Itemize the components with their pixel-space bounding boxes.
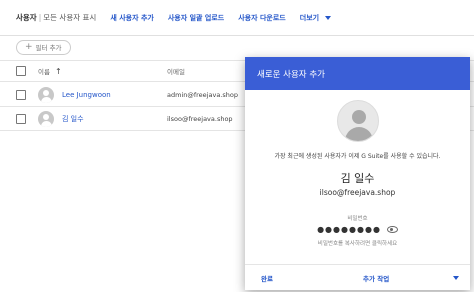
more-label: 더보기	[299, 13, 320, 22]
column-header-name[interactable]: 이름 ↑	[38, 66, 62, 77]
done-button[interactable]: 완료	[261, 273, 273, 283]
column-header-email[interactable]: 이메일	[167, 66, 185, 76]
download-users-button[interactable]: 사용자 다운로드	[238, 13, 286, 23]
column-name-label: 이름	[38, 68, 50, 76]
bulk-upload-button[interactable]: 사용자 일괄 업로드	[168, 13, 224, 23]
dialog-title: 새로운 사용자 추가	[257, 69, 325, 80]
password-label: 비밀번호	[347, 216, 368, 222]
user-email: admin@freejava.shop	[167, 90, 238, 99]
password-masked[interactable]: ●●●●●●●●	[317, 225, 381, 234]
more-actions-button[interactable]: 추가 작업	[363, 273, 389, 283]
avatar-icon	[38, 110, 54, 127]
row-checkbox[interactable]	[16, 89, 26, 100]
eye-icon[interactable]	[386, 226, 398, 233]
chevron-down-icon[interactable]	[453, 275, 459, 280]
user-name-link[interactable]: Lee Jungwoon	[62, 91, 111, 99]
new-user-name: 김 일수	[340, 172, 375, 185]
plus-icon: +	[25, 42, 33, 52]
dialog-footer: 완료 추가 작업	[245, 264, 470, 290]
select-all-checkbox[interactable]	[16, 66, 26, 76]
breadcrumb-all-users: 모든 사용자 표시	[43, 13, 97, 22]
password-field[interactable]: ●●●●●●●●	[245, 225, 470, 234]
user-email: ilsoo@freejava.shop	[167, 114, 233, 123]
dialog-header: 새로운 사용자 추가	[245, 57, 470, 90]
breadcrumb: 사용자 | 모든 사용자 표시	[16, 12, 96, 23]
chevron-down-icon	[325, 15, 332, 20]
add-filter-label: 필터 추가	[35, 44, 62, 52]
add-user-button[interactable]: 새 사용자 추가	[110, 13, 154, 23]
more-button[interactable]: 더보기	[299, 13, 332, 23]
user-name-link[interactable]: 김 일수	[62, 114, 84, 124]
breadcrumb-separator: |	[38, 13, 42, 22]
new-user-email: ilsoo@freejava.shop	[319, 188, 396, 197]
avatar-icon	[38, 86, 54, 103]
new-user-dialog: 새로운 사용자 추가 가장 최근에 생성된 사용자가 이제 G Suite를 사…	[245, 57, 470, 290]
row-checkbox[interactable]	[16, 113, 26, 124]
breadcrumb-users[interactable]: 사용자	[16, 12, 37, 23]
dialog-message: 가장 최근에 생성된 사용자가 이제 G Suite를 사용할 수 있습니다.	[274, 153, 441, 160]
sort-arrow-up-icon: ↑	[54, 66, 62, 76]
toolbar-actions: 새 사용자 추가 사용자 일괄 업로드 사용자 다운로드 더보기	[110, 13, 345, 23]
filter-row: + 필터 추가	[0, 36, 474, 58]
top-bar: 사용자 | 모든 사용자 표시 새 사용자 추가 사용자 일괄 업로드 사용자 …	[0, 0, 474, 36]
user-avatar-icon	[337, 100, 379, 142]
add-filter-button[interactable]: + 필터 추가	[16, 39, 71, 55]
password-hint: 비밀번호를 복사하려면 클릭하세요	[317, 241, 398, 247]
